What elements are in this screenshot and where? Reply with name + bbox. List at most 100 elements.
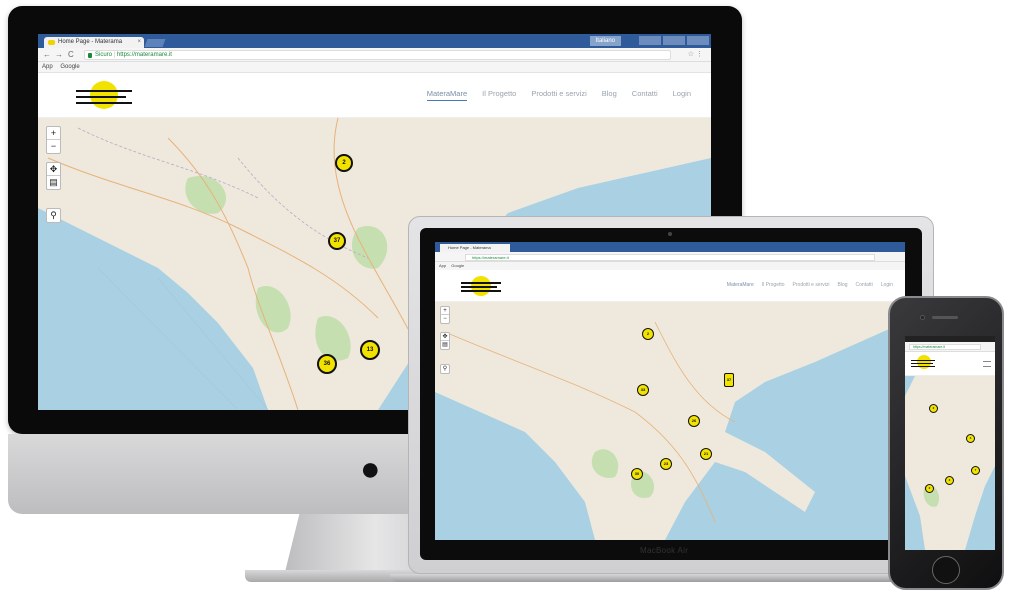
maximize-button[interactable] bbox=[663, 36, 685, 45]
tab-close-icon[interactable]: × bbox=[137, 37, 141, 48]
menu-item-login[interactable]: Login bbox=[881, 282, 893, 288]
map-tiles bbox=[435, 302, 905, 540]
new-tab-button[interactable] bbox=[144, 39, 166, 47]
map-marker[interactable]: 2 bbox=[925, 484, 934, 493]
map-search-button[interactable]: ⚲ bbox=[441, 365, 449, 373]
menu-item-prodotti[interactable]: Prodotti e servizi bbox=[793, 282, 830, 288]
map-marker[interactable]: 3 bbox=[945, 476, 954, 485]
address-bar: ← → C Sicuro | https://materamare.it ☆ ⋮ bbox=[38, 48, 711, 62]
zoom-in-button[interactable]: + bbox=[47, 127, 60, 140]
forward-icon[interactable]: → bbox=[55, 50, 63, 59]
menu-item-blog[interactable]: Blog bbox=[602, 89, 617, 101]
map-marker[interactable]: 37 bbox=[328, 232, 346, 250]
bookmark-google[interactable]: Google bbox=[451, 263, 464, 268]
locate-control: ✥ ▤ bbox=[46, 162, 61, 190]
layers-button[interactable]: ▤ bbox=[441, 341, 449, 349]
main-menu: MateraMare Il Progetto Prodotti e serviz… bbox=[727, 282, 893, 288]
close-window-button[interactable] bbox=[687, 36, 709, 45]
site-header: MateraMare Il Progetto Prodotti e serviz… bbox=[435, 270, 905, 302]
site-logo[interactable] bbox=[911, 355, 935, 373]
address-bar: https://materamare.it bbox=[435, 252, 905, 262]
speaker-icon bbox=[932, 316, 958, 319]
map-view[interactable]: 2 3 7 3 2 bbox=[905, 376, 995, 550]
main-menu: MateraMare Il Progetto Prodotti e serviz… bbox=[426, 89, 691, 101]
browser-tab[interactable]: Home Page - Materama × bbox=[44, 37, 144, 48]
device-label: MacBook Air bbox=[640, 546, 689, 555]
browser-tabbar: Home Page - Materama bbox=[435, 242, 905, 252]
camera-icon bbox=[668, 232, 672, 236]
bookmarks-bar: App Google bbox=[435, 262, 905, 270]
secure-label: Sicuro bbox=[95, 52, 113, 58]
bookmark-apps[interactable]: App bbox=[42, 64, 53, 70]
zoom-control: + − bbox=[46, 126, 61, 154]
tab-title: Home Page - Materama bbox=[58, 39, 123, 45]
menu-item-contatti[interactable]: Contatti bbox=[632, 89, 658, 101]
map-marker[interactable]: 36 bbox=[317, 354, 337, 374]
address-bar: https://materamare.it bbox=[905, 342, 995, 352]
macbook-base bbox=[390, 574, 952, 582]
zoom-out-button[interactable]: − bbox=[441, 315, 449, 323]
home-button bbox=[932, 556, 960, 584]
browser-tab[interactable]: Home Page - Materama bbox=[440, 244, 510, 252]
menu-item-progetto[interactable]: Il Progetto bbox=[762, 282, 785, 288]
bookmark-apps[interactable]: App bbox=[439, 263, 446, 268]
locate-button[interactable]: ✥ bbox=[47, 163, 60, 176]
iphone-screen: https://materamare.it 2 3 7 3 2 bbox=[905, 336, 995, 550]
bookmarks-bar: App Google bbox=[38, 62, 711, 73]
map-marker[interactable]: 13 bbox=[360, 340, 380, 360]
zoom-control: + − bbox=[440, 306, 450, 324]
url-input[interactable]: https://materamare.it bbox=[909, 344, 981, 350]
map-marker[interactable]: 2 bbox=[642, 328, 654, 340]
lock-icon bbox=[88, 53, 92, 58]
macbook-screen: Home Page - Materama https://materamare.… bbox=[435, 242, 905, 540]
map-marker[interactable]: 37 bbox=[724, 373, 734, 387]
site-logo[interactable] bbox=[461, 276, 501, 298]
url-input[interactable]: Sicuro | https://materamare.it bbox=[84, 50, 671, 60]
menu-item-contatti[interactable]: Contatti bbox=[856, 282, 873, 288]
device-mockup: ● Home Page - Materama × Italiano ← → C bbox=[0, 0, 1027, 593]
site-logo[interactable] bbox=[76, 81, 132, 111]
map-marker[interactable]: 2 bbox=[929, 404, 938, 413]
menu-item-progetto[interactable]: Il Progetto bbox=[482, 89, 516, 101]
bookmark-star-icon[interactable]: ☆ ⋮ bbox=[688, 50, 703, 58]
map-marker[interactable]: 2 bbox=[335, 154, 353, 172]
map-marker[interactable]: 30 bbox=[631, 468, 643, 480]
map-marker[interactable]: 23 bbox=[660, 458, 672, 470]
menu-item-materamare[interactable]: MateraMare bbox=[727, 282, 754, 288]
url-text: https://materamare.it bbox=[116, 52, 172, 58]
search-control: ⚲ bbox=[46, 208, 61, 223]
bookmark-google[interactable]: Google bbox=[60, 64, 79, 70]
map-tiles bbox=[905, 376, 995, 550]
minimize-button[interactable] bbox=[639, 36, 661, 45]
menu-item-prodotti[interactable]: Prodotti e servizi bbox=[531, 89, 586, 101]
reload-icon[interactable]: C bbox=[68, 50, 74, 59]
locate-control: ✥ ▤ bbox=[440, 332, 450, 350]
zoom-out-button[interactable]: − bbox=[47, 140, 60, 153]
site-header: MateraMare Il Progetto Prodotti e serviz… bbox=[38, 73, 711, 118]
window-controls bbox=[639, 36, 709, 45]
camera-icon bbox=[920, 315, 925, 320]
menu-item-materamare[interactable]: MateraMare bbox=[426, 89, 468, 101]
map-marker[interactable]: 26 bbox=[688, 415, 700, 427]
menu-item-login[interactable]: Login bbox=[673, 89, 691, 101]
map-search-button[interactable]: ⚲ bbox=[47, 209, 60, 222]
zoom-in-button[interactable]: + bbox=[441, 307, 449, 315]
map-marker[interactable]: 33 bbox=[637, 384, 649, 396]
map-marker[interactable]: 3 bbox=[966, 434, 975, 443]
menu-item-blog[interactable]: Blog bbox=[838, 282, 848, 288]
logo-sun-icon bbox=[90, 81, 118, 109]
browser-tabbar: Home Page - Materama × Italiano bbox=[38, 34, 711, 48]
map-marker[interactable]: 21 bbox=[700, 448, 712, 460]
layers-button[interactable]: ▤ bbox=[47, 176, 60, 189]
map-marker[interactable]: 7 bbox=[971, 466, 980, 475]
url-input[interactable]: https://materamare.it bbox=[465, 254, 875, 261]
back-icon[interactable]: ← bbox=[43, 50, 51, 59]
map-view[interactable]: + − ✥ ▤ ⚲ 2 33 37 26 21 23 30 bbox=[435, 302, 905, 540]
site-header bbox=[905, 352, 995, 376]
hamburger-menu-icon[interactable] bbox=[983, 361, 991, 367]
profile-chip[interactable]: Italiano bbox=[589, 36, 621, 46]
site-favicon-icon bbox=[48, 40, 55, 45]
locate-button[interactable]: ✥ bbox=[441, 333, 449, 341]
apple-logo-icon: ● bbox=[360, 450, 381, 488]
search-control: ⚲ bbox=[440, 364, 450, 374]
